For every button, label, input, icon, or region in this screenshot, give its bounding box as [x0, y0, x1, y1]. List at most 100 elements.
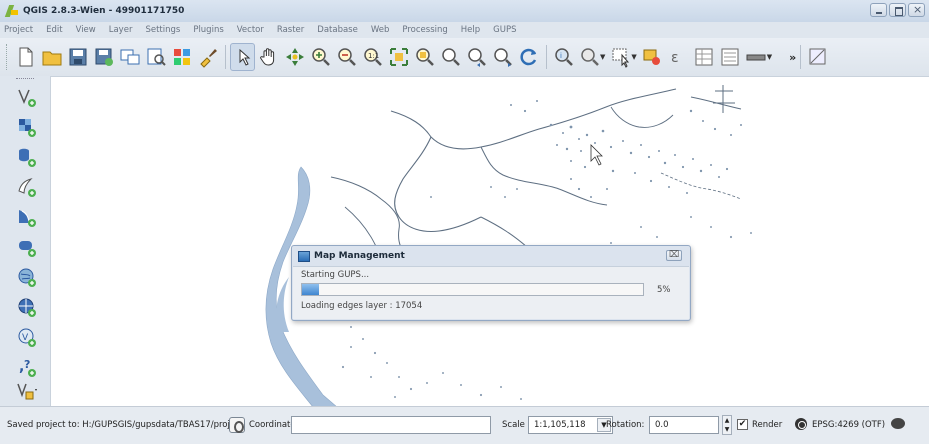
map-layers: [265, 85, 752, 407]
add-oracle-layer-icon[interactable]: [14, 234, 40, 260]
menu-processing[interactable]: Processing: [402, 25, 447, 35]
lake-features: [510, 100, 742, 198]
map-canvas[interactable]: [50, 76, 929, 407]
save-project-icon[interactable]: [65, 43, 90, 71]
menu-settings[interactable]: Settings: [145, 25, 180, 35]
add-spatialite-layer-icon[interactable]: [14, 174, 40, 200]
maximize-button[interactable]: [889, 3, 906, 17]
dialog-close-button[interactable]: ⌧: [666, 250, 682, 261]
rotation-input[interactable]: 0.0: [649, 416, 719, 434]
close-window-button[interactable]: [908, 3, 925, 17]
dialog-title: Map Management: [314, 251, 405, 261]
qgis-logo-icon: [5, 4, 19, 18]
status-message: Saved project to: H:/GUPSGIS/gupsdata/TB…: [7, 420, 230, 430]
menu-vector[interactable]: Vector: [237, 25, 264, 35]
rotation-value: 0.0: [655, 420, 669, 430]
river-line: [610, 106, 674, 128]
new-layer-dropdown-icon[interactable]: [14, 378, 40, 404]
menu-bar: Project Edit View Layer Settings Plugins…: [0, 22, 929, 38]
menu-database[interactable]: Database: [317, 25, 358, 35]
menu-edit[interactable]: Edit: [46, 25, 62, 35]
dialog-title-bar[interactable]: Map Management ⌧: [292, 246, 690, 266]
road-cross: [713, 85, 735, 113]
title-bar: QGIS 2.8.3-Wien - 49901171750: [0, 0, 929, 22]
chevron-down-icon[interactable]: ▼: [600, 53, 605, 61]
expression-select-icon[interactable]: ε: [666, 43, 691, 71]
render-messages-icon[interactable]: [229, 417, 245, 433]
dialog-status-text: Starting GUPS...: [301, 270, 370, 280]
zoom-out-icon[interactable]: [334, 43, 359, 71]
toolbar-grip[interactable]: [16, 78, 34, 80]
progress-percent-label: 5%: [657, 285, 671, 295]
pan-tool-icon[interactable]: [230, 43, 255, 71]
add-vector-layer-icon[interactable]: [14, 84, 40, 110]
zoom-last-icon[interactable]: [464, 43, 489, 71]
scale-combobox[interactable]: 1:1,105,118 ▼: [528, 416, 613, 434]
measure-line-icon[interactable]: [744, 43, 769, 71]
minimize-button[interactable]: [870, 3, 887, 17]
open-project-icon[interactable]: [39, 43, 64, 71]
menu-view[interactable]: View: [76, 25, 96, 35]
svg-text:ε: ε: [671, 50, 679, 66]
zoom-next-icon[interactable]: [490, 43, 515, 71]
status-bar: Saved project to: H:/GUPSGIS/gupsdata/TB…: [0, 406, 929, 444]
toolbar-overflow-button[interactable]: »: [789, 51, 796, 64]
crs-label[interactable]: EPSG:4269 (OTF): [812, 420, 885, 430]
add-mssql-layer-icon[interactable]: [14, 204, 40, 230]
menu-gups[interactable]: GUPS: [493, 25, 516, 35]
composer-manager-icon[interactable]: [143, 43, 168, 71]
window-title: QGIS 2.8.3-Wien - 49901171750: [23, 6, 185, 16]
menu-help[interactable]: Help: [461, 25, 480, 35]
svg-text:1:1: 1:1: [368, 52, 379, 60]
add-postgis-layer-icon[interactable]: [14, 144, 40, 170]
dialog-body: Starting GUPS... 5% Loading edges layer …: [293, 266, 689, 319]
menu-plugins[interactable]: Plugins: [193, 25, 223, 35]
attribute-table-icon[interactable]: [692, 43, 717, 71]
river-line: [480, 146, 608, 206]
add-wcs-layer-icon[interactable]: [14, 294, 40, 320]
toolbar-separator: [225, 45, 226, 69]
render-checkbox[interactable]: ✔: [737, 419, 748, 430]
select-features-icon[interactable]: [608, 43, 633, 71]
menu-layer[interactable]: Layer: [109, 25, 133, 35]
message-bubble-icon[interactable]: [891, 418, 905, 429]
save-as-icon[interactable]: [91, 43, 116, 71]
menu-raster[interactable]: Raster: [277, 25, 304, 35]
add-raster-layer-icon[interactable]: [14, 114, 40, 140]
coordinate-input[interactable]: [291, 416, 491, 434]
river-line: [394, 136, 482, 233]
add-delimited-text-layer-icon[interactable]: ,?: [14, 354, 40, 380]
progress-bar: [301, 283, 644, 296]
river-line: [660, 172, 742, 200]
rotation-spinner[interactable]: ▲ ▼: [722, 415, 732, 435]
new-project-icon[interactable]: [13, 43, 38, 71]
manage-layers-toolbar: V ,?: [0, 76, 50, 406]
chevron-down-icon[interactable]: ▼: [767, 53, 772, 61]
menu-project[interactable]: Project: [4, 25, 33, 35]
zoom-to-layer-icon[interactable]: [438, 43, 463, 71]
zoom-full-icon[interactable]: [386, 43, 411, 71]
pan-to-selection-icon[interactable]: [282, 43, 307, 71]
refresh-icon[interactable]: [516, 43, 541, 71]
zoom-actual-size-icon[interactable]: 1:1: [360, 43, 385, 71]
new-print-composer-icon[interactable]: [117, 43, 142, 71]
zoom-in-icon[interactable]: [308, 43, 333, 71]
crs-globe-icon[interactable]: [795, 418, 807, 430]
digitize-icon[interactable]: [805, 43, 830, 71]
pan-hand-icon[interactable]: [256, 43, 281, 71]
add-wfs-layer-icon[interactable]: V: [14, 324, 40, 350]
zoom-to-selection-icon[interactable]: [412, 43, 437, 71]
deselect-features-icon[interactable]: [640, 43, 665, 71]
chevron-down-icon[interactable]: ▼: [631, 53, 636, 61]
svg-text:i: i: [560, 52, 562, 60]
menu-web[interactable]: Web: [371, 25, 390, 35]
toolbar-separator: [546, 45, 547, 69]
action-icon[interactable]: [577, 43, 602, 71]
brush-tool-icon[interactable]: [195, 43, 220, 71]
field-calculator-icon[interactable]: [718, 43, 743, 71]
identify-icon[interactable]: i: [551, 43, 576, 71]
style-manager-icon[interactable]: [169, 43, 194, 71]
add-wms-layer-icon[interactable]: [14, 264, 40, 290]
rotation-label: Rotation:: [606, 420, 645, 430]
toolbar-grip[interactable]: [6, 44, 9, 70]
